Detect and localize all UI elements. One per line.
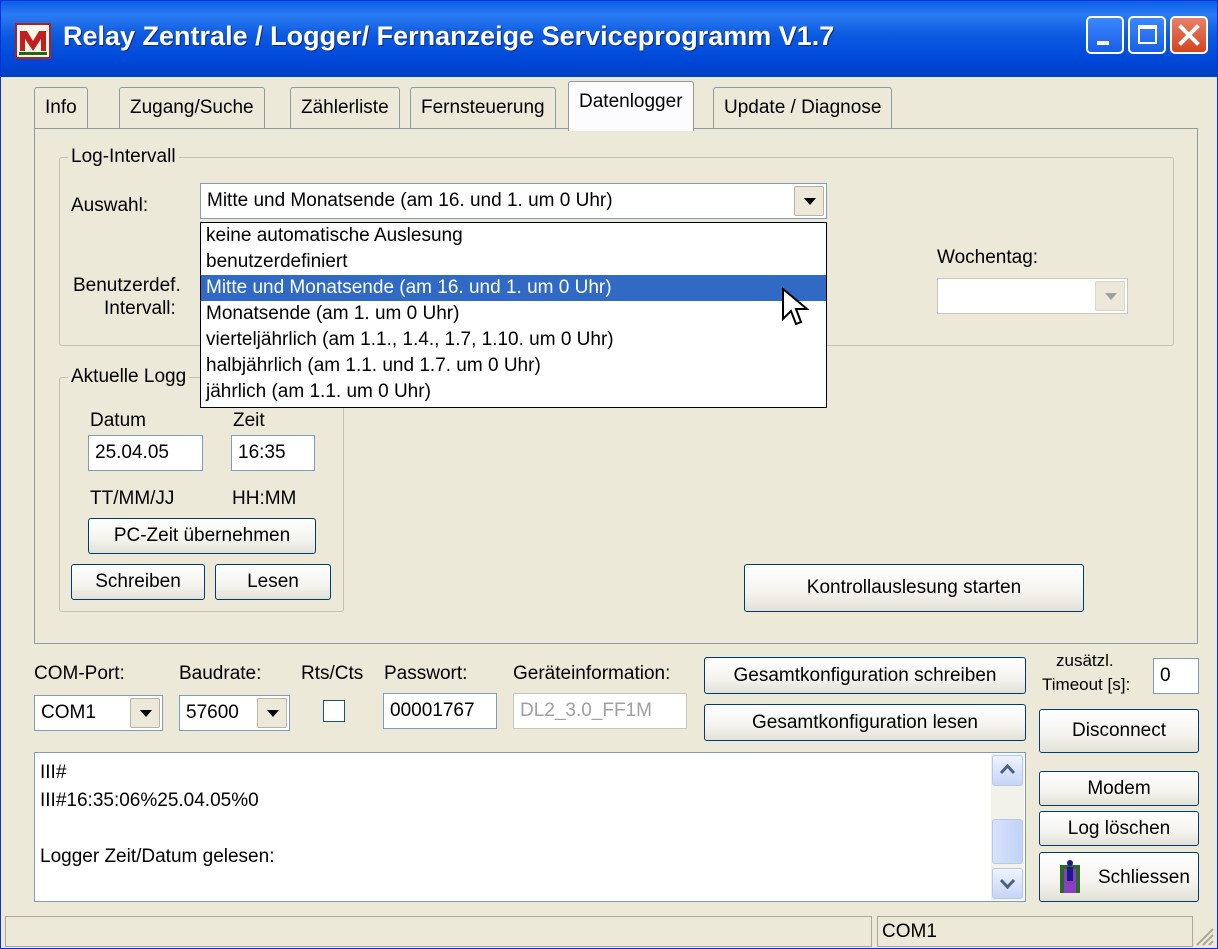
com-port-value: COM1 (41, 702, 96, 723)
rtscts-checkbox[interactable] (323, 700, 345, 722)
auswahl-select[interactable]: Mitte und Monatsende (am 16. und 1. um 0… (200, 183, 827, 219)
tab-datenlogger[interactable]: Datenlogger (568, 81, 694, 131)
auswahl-dropdown-list[interactable]: keine automatische Auslesung benutzerdef… (200, 222, 827, 408)
com-port-select[interactable]: COM1 (34, 695, 163, 731)
dropdown-option[interactable]: benutzerdefiniert (201, 249, 826, 275)
minimize-icon (1097, 41, 1109, 45)
lesen-button[interactable]: Lesen (215, 564, 331, 600)
close-icon (1178, 24, 1200, 46)
dropdown-option[interactable]: vierteljährlich (am 1.1., 1.4., 1.7, 1.1… (201, 327, 826, 353)
chevron-down-icon[interactable] (130, 698, 160, 728)
status-bar: COM1 (1, 913, 1217, 948)
dropdown-option[interactable]: Monatsende (am 1. um 0 Uhr) (201, 301, 826, 327)
zeit-label: Zeit (233, 410, 265, 431)
benutzerdef-label: Benutzerdef. (73, 275, 181, 296)
rtscts-label: Rts/Cts (301, 663, 364, 684)
baudrate-select[interactable]: 57600 (179, 695, 290, 731)
tab-fernsteuerung[interactable]: Fernsteuerung (410, 87, 556, 129)
maximize-button[interactable] (1128, 16, 1166, 54)
chevron-down-icon[interactable] (257, 698, 287, 728)
log-line: III#16:35:06%25.04.05%0 (40, 790, 259, 811)
wochentag-label: Wochentag: (937, 247, 1039, 268)
scroll-down-button[interactable] (992, 868, 1023, 899)
timeout-label-line1: zusätzl. (1056, 651, 1114, 670)
status-panel-main (5, 916, 872, 947)
dropdown-option-selected[interactable]: Mitte und Monatsende (am 16. und 1. um 0… (201, 275, 826, 301)
baudrate-label: Baudrate: (179, 663, 262, 684)
chevron-down-icon[interactable] (794, 186, 824, 216)
baudrate-value: 57600 (186, 702, 239, 723)
auswahl-label: Auswahl: (71, 195, 149, 216)
gesamtkonfiguration-schreiben-button[interactable]: Gesamtkonfiguration schreiben (704, 657, 1026, 694)
log-line: Logger Zeit/Datum gelesen: (40, 846, 275, 867)
status-panel-port: COM1 (877, 916, 1193, 947)
main-window: Relay Zentrale / Logger/ Fernanzeige Ser… (0, 0, 1218, 949)
tab-zaehlerliste[interactable]: Zählerliste (290, 87, 400, 129)
tab-update-diagnose[interactable]: Update / Diagnose (713, 87, 893, 129)
resize-grip-icon[interactable] (1193, 925, 1215, 947)
mouse-cursor-icon (782, 287, 810, 326)
minimize-button[interactable] (1086, 16, 1124, 54)
timeout-field[interactable]: 0 (1153, 658, 1199, 694)
datum-format-label: TT/MM/JJ (90, 488, 175, 509)
scroll-thumb[interactable] (992, 819, 1023, 864)
modem-button[interactable]: Modem (1039, 771, 1199, 806)
exit-door-icon (1060, 860, 1080, 893)
zeit-field[interactable]: 16:35 (231, 435, 315, 471)
close-button[interactable] (1170, 16, 1208, 54)
schreiben-button[interactable]: Schreiben (71, 564, 205, 600)
geraeteinformation-label: Geräteinformation: (513, 663, 671, 684)
datum-label: Datum (90, 410, 146, 431)
com-port-label: COM-Port: (34, 663, 125, 684)
timeout-label-line2: Timeout [s]: (1042, 675, 1131, 694)
passwort-label: Passwort: (384, 663, 468, 684)
log-line: III# (40, 762, 67, 783)
log-intervall-legend: Log-Intervall (71, 146, 176, 167)
zeit-format-label: HH:MM (232, 488, 297, 509)
window-title: Relay Zentrale / Logger/ Fernanzeige Ser… (63, 21, 835, 51)
chevron-down-icon (999, 878, 1016, 890)
wochentag-select[interactable] (937, 278, 1128, 314)
geraeteinformation-field: DL2_3.0_FF1M (513, 693, 687, 729)
chevron-down-icon[interactable] (1095, 281, 1125, 311)
pc-zeit-uebernehmen-button[interactable]: PC-Zeit übernehmen (88, 518, 316, 554)
schliessen-label: Schliessen (1098, 867, 1190, 888)
logger-zeit-legend: Aktuelle Logg (71, 366, 187, 387)
dropdown-option[interactable]: jährlich (am 1.1. um 0 Uhr) (201, 379, 826, 405)
title-bar[interactable]: Relay Zentrale / Logger/ Fernanzeige Ser… (1, 1, 1217, 77)
gesamtkonfiguration-lesen-button[interactable]: Gesamtkonfiguration lesen (704, 704, 1026, 741)
scroll-up-button[interactable] (992, 755, 1023, 786)
app-logo-icon (15, 23, 51, 59)
tab-info[interactable]: Info (34, 87, 88, 129)
log-loeschen-button[interactable]: Log löschen (1039, 811, 1199, 846)
chevron-up-icon (999, 763, 1016, 775)
datum-field[interactable]: 25.04.05 (88, 435, 203, 471)
tab-zugang-suche[interactable]: Zugang/Suche (119, 87, 265, 129)
log-output[interactable]: III# III#16:35:06%25.04.05%0 Logger Zeit… (34, 752, 1026, 902)
dropdown-option[interactable]: halbjährlich (am 1.1. und 1.7. um 0 Uhr) (201, 353, 826, 379)
schliessen-button[interactable]: Schliessen (1039, 852, 1199, 902)
passwort-field[interactable]: 00001767 (383, 693, 497, 729)
log-scrollbar[interactable] (991, 754, 1024, 900)
auswahl-selected-value: Mitte und Monatsende (am 16. und 1. um 0… (207, 190, 613, 211)
intervall-label: Intervall: (104, 298, 176, 319)
disconnect-button[interactable]: Disconnect (1039, 709, 1199, 753)
kontrollauslesung-starten-button[interactable]: Kontrollauslesung starten (744, 564, 1084, 612)
dropdown-option[interactable]: keine automatische Auslesung (201, 223, 826, 249)
maximize-icon (1138, 25, 1157, 44)
